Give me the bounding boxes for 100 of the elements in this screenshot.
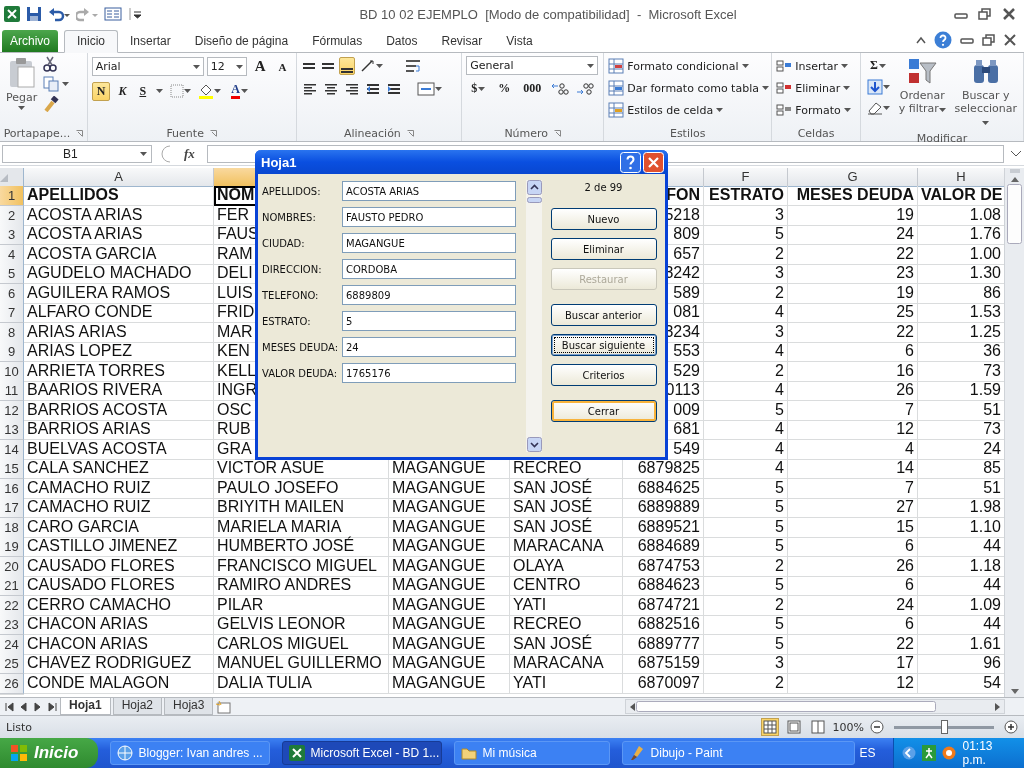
caret-icon[interactable]: [587, 63, 595, 68]
minimize-icon[interactable]: [960, 35, 974, 45]
ring-icon[interactable]: [942, 746, 957, 760]
sheet-tab[interactable]: Hoja3: [164, 698, 214, 715]
caret-icon[interactable]: [156, 89, 164, 93]
expand-tray-icon[interactable]: [902, 746, 917, 760]
input-field[interactable]: 5: [342, 311, 516, 331]
language-indicator[interactable]: ES: [859, 746, 876, 760]
row-header[interactable]: 14: [0, 439, 24, 460]
caret-icon[interactable]: [843, 86, 851, 90]
sheet-tab[interactable]: Hoja1: [60, 698, 111, 715]
bold-button[interactable]: N: [91, 81, 111, 101]
scroll-up-icon[interactable]: [526, 180, 542, 195]
sheet-tab[interactable]: Hoja2: [112, 698, 163, 715]
row-header[interactable]: 16: [0, 478, 24, 499]
ribbon-tab[interactable]: Vista: [494, 31, 545, 52]
scroll-thumb-icon[interactable]: [526, 197, 542, 203]
sheet-nav-icon[interactable]: [46, 700, 58, 713]
sort-filter-button[interactable]: Ordenar y filtrar: [896, 56, 949, 129]
scroll-down-icon[interactable]: [526, 437, 542, 452]
dialog-button[interactable]: Eliminar: [550, 238, 657, 260]
row-header[interactable]: 23: [0, 615, 24, 635]
row-header[interactable]: 12: [0, 400, 24, 421]
currency-button[interactable]: $: [466, 79, 491, 98]
grow-font-button[interactable]: A: [249, 56, 271, 77]
taskbar-button[interactable]: Blogger: Ivan andres ...: [109, 741, 270, 765]
italic-button[interactable]: K: [113, 81, 132, 101]
normal-view-button[interactable]: [760, 718, 779, 736]
scroll-thumb-icon[interactable]: [636, 701, 936, 712]
row-header[interactable]: 8: [0, 322, 24, 343]
caret-icon[interactable]: [140, 152, 147, 156]
caret-icon[interactable]: [883, 106, 890, 110]
scroll-right-icon[interactable]: [994, 701, 1002, 712]
fill-button[interactable]: [865, 77, 892, 97]
underline-button[interactable]: S: [134, 81, 152, 101]
caret-icon[interactable]: [214, 89, 222, 93]
font-size-field[interactable]: 12: [206, 57, 247, 76]
ribbon-tab[interactable]: Revisar: [429, 31, 495, 52]
borders-button[interactable]: [168, 82, 194, 100]
caret-icon[interactable]: [184, 89, 192, 93]
column-header[interactable]: A: [24, 168, 214, 187]
dialog-button[interactable]: Criterios: [550, 364, 657, 386]
restore-icon[interactable]: [978, 8, 992, 20]
input-field[interactable]: 1765176: [342, 363, 516, 383]
input-field[interactable]: MAGANGUE: [342, 233, 516, 253]
page-layout-button[interactable]: [784, 718, 803, 736]
sheet-nav-icon[interactable]: [4, 700, 16, 713]
slider-thumb[interactable]: [941, 720, 948, 734]
dialog-button[interactable]: Cerrar: [550, 400, 657, 422]
font-color-button[interactable]: A: [226, 81, 253, 101]
taskbar-button[interactable]: Mi música: [453, 741, 610, 765]
insert-function-button[interactable]: fx: [178, 146, 201, 162]
ribbon-tab[interactable]: Insertar: [118, 31, 183, 52]
cells-button[interactable]: Formato: [776, 100, 851, 120]
styles-button[interactable]: Dar formato como tabla: [608, 78, 769, 98]
caret-icon[interactable]: [478, 86, 486, 91]
page-break-button[interactable]: [808, 718, 827, 736]
cells-button[interactable]: Eliminar: [776, 78, 851, 98]
input-field[interactable]: ACOSTA ARIAS: [342, 181, 516, 201]
row-header[interactable]: 15: [0, 459, 24, 479]
row-header[interactable]: 3: [0, 225, 24, 245]
caret-icon[interactable]: [982, 121, 990, 125]
running-figure-icon[interactable]: [922, 745, 937, 761]
column-header[interactable]: G: [788, 168, 918, 187]
number-format-field[interactable]: General: [466, 56, 599, 75]
zoom-in-icon[interactable]: [1004, 720, 1018, 734]
caret-icon[interactable]: [761, 86, 769, 90]
row-header[interactable]: 26: [0, 673, 24, 694]
record-scrollbar[interactable]: [526, 180, 542, 452]
row-header[interactable]: 24: [0, 634, 24, 655]
column-header[interactable]: H: [918, 168, 1004, 187]
file-tab[interactable]: Archivo: [2, 30, 58, 52]
collapse-ribbon-icon[interactable]: [916, 36, 926, 44]
caret-icon[interactable]: [716, 108, 724, 112]
vertical-scrollbar[interactable]: [1004, 168, 1024, 697]
paste-button[interactable]: Pegar: [4, 56, 40, 122]
row-header[interactable]: 11: [0, 381, 24, 401]
dialog-launcher-icon[interactable]: [209, 129, 217, 137]
top-align-button[interactable]: [300, 61, 317, 71]
caret-icon[interactable]: [434, 87, 442, 91]
dialog-button[interactable]: Buscar anterior: [550, 304, 657, 326]
customize-toolbar-icon[interactable]: [128, 7, 142, 21]
middle-align-button[interactable]: [319, 61, 336, 71]
caret-icon[interactable]: [883, 85, 890, 89]
row-header[interactable]: 10: [0, 361, 24, 382]
help-icon[interactable]: [620, 151, 641, 173]
undo-icon[interactable]: [48, 6, 70, 22]
row-header[interactable]: 4: [0, 244, 24, 265]
dialog-launcher-icon[interactable]: [554, 129, 562, 137]
taskbar-button[interactable]: Dibujo - Paint: [621, 741, 856, 765]
caret-icon[interactable]: [741, 64, 749, 68]
caret-icon[interactable]: [240, 89, 248, 93]
font-name-field[interactable]: Arial: [91, 57, 204, 76]
row-header[interactable]: 19: [0, 537, 24, 557]
close-icon[interactable]: [1002, 8, 1016, 20]
save-icon[interactable]: [26, 6, 42, 22]
caret-icon[interactable]: [843, 108, 851, 112]
row-header[interactable]: 25: [0, 654, 24, 674]
input-field[interactable]: 6889809: [342, 285, 516, 305]
shrink-font-button[interactable]: A: [273, 58, 292, 75]
